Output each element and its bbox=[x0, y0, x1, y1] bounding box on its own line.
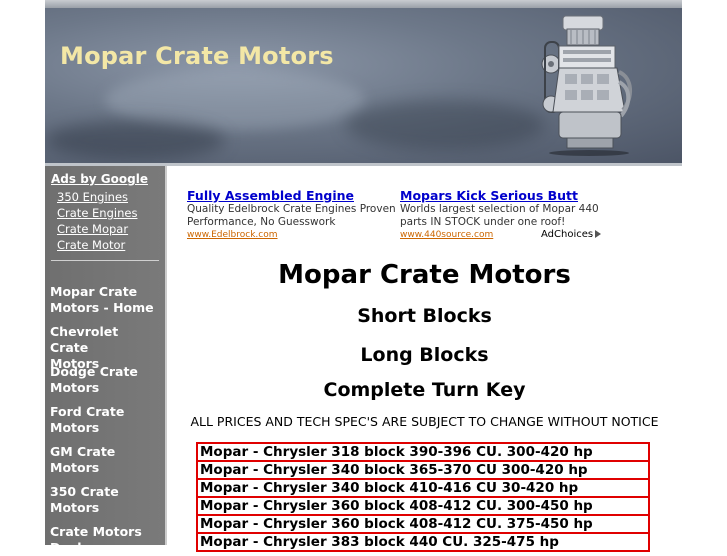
ad-title[interactable]: Fully Assembled Engine bbox=[187, 188, 397, 203]
nav-mopar-crate-motors-home[interactable]: Mopar Crate Motors - Home bbox=[50, 284, 160, 316]
table-cell[interactable]: Mopar - Chrysler 318 block 390-396 CU. 3… bbox=[196, 442, 650, 462]
adchoices-icon bbox=[595, 230, 602, 238]
table-row[interactable]: Mopar - Chrysler 340 block 410-416 CU 30… bbox=[196, 478, 650, 498]
table-cell[interactable]: Mopar - Chrysler 360 block 408-412 CU. 3… bbox=[196, 496, 650, 516]
ad-url[interactable]: www.Edelbrock.com bbox=[187, 229, 397, 241]
ads-by-google-link[interactable]: Ads by Google bbox=[51, 172, 148, 186]
ad-link-crate-motor[interactable]: Crate Motor bbox=[57, 238, 125, 252]
sidebar-divider bbox=[51, 260, 159, 261]
nav-crate-motors-deals[interactable]: Crate Motors Deals bbox=[50, 524, 160, 556]
nav-label-line2: Motors bbox=[50, 380, 100, 395]
site-header: Mopar Crate Motors bbox=[45, 0, 682, 163]
table-row[interactable]: Mopar - Chrysler 340 block 365-370 CU 30… bbox=[196, 460, 650, 480]
table-cell[interactable]: Mopar - Chrysler 340 block 365-370 CU 30… bbox=[196, 460, 650, 480]
price-table: Mopar - Chrysler 318 block 390-396 CU. 3… bbox=[196, 442, 650, 552]
adchoices-label: AdChoices bbox=[541, 229, 594, 240]
nav-label-line2: Motors bbox=[50, 460, 100, 475]
heading-short-blocks: Short Blocks bbox=[357, 305, 492, 327]
nav-350-crate-motors[interactable]: 350 Crate Motors bbox=[50, 484, 160, 516]
page-title: Mopar Crate Motors bbox=[278, 260, 571, 290]
text-ad[interactable]: Fully Assembled Engine Quality Edelbrock… bbox=[187, 188, 397, 241]
nav-label-line1: Crate Motors bbox=[50, 524, 142, 539]
nav-label-line1: Ford Crate bbox=[50, 404, 125, 419]
nav-label-line2: Deals bbox=[50, 540, 90, 555]
nav-label-line2: Motors bbox=[50, 420, 100, 435]
ad-title[interactable]: Mopars Kick Serious Butt bbox=[400, 188, 605, 203]
table-row[interactable]: Mopar - Chrysler 360 block 408-412 CU. 3… bbox=[196, 496, 650, 516]
cloud-decoration bbox=[345, 100, 545, 150]
nav-label-line2: Motors - Home bbox=[50, 300, 154, 315]
table-cell[interactable]: Mopar - Chrysler 360 block 408-412 CU. 3… bbox=[196, 514, 650, 534]
sidebar: Ads by Google 350 Engines Crate Engines … bbox=[45, 166, 167, 555]
nav-ford-crate-motors[interactable]: Ford Crate Motors bbox=[50, 404, 160, 436]
nav-label-line1: Dodge Crate bbox=[50, 364, 138, 379]
ad-text: Quality Edelbrock Crate Engines Proven P… bbox=[187, 203, 396, 228]
nav-dodge-crate-motors[interactable]: Dodge Crate Motors bbox=[50, 364, 160, 396]
ad-text: Worlds largest selection of Mopar 440 pa… bbox=[400, 203, 599, 228]
ad-link-crate-engines[interactable]: Crate Engines bbox=[57, 206, 137, 220]
right-gutter bbox=[682, 0, 727, 545]
table-cell[interactable]: Mopar - Chrysler 340 block 410-416 CU 30… bbox=[196, 478, 650, 498]
heading-long-blocks: Long Blocks bbox=[360, 344, 489, 366]
table-row[interactable]: Mopar - Chrysler 360 block 408-412 CU. 3… bbox=[196, 514, 650, 534]
table-row[interactable]: Mopar - Chrysler 383 block 440 CU. 325-4… bbox=[196, 532, 650, 552]
heading-complete-turn-key: Complete Turn Key bbox=[323, 379, 526, 401]
table-cell[interactable]: Mopar - Chrysler 383 block 440 CU. 325-4… bbox=[196, 532, 650, 552]
cloud-decoration bbox=[45, 120, 225, 160]
price-notice: ALL PRICES AND TECH SPEC'S ARE SUBJECT T… bbox=[190, 414, 659, 429]
nav-label-line1: 350 Crate bbox=[50, 484, 119, 499]
main-content: Fully Assembled Engine Quality Edelbrock… bbox=[167, 166, 682, 552]
table-row[interactable]: Mopar - Chrysler 318 block 390-396 CU. 3… bbox=[196, 442, 650, 462]
nav-label-line1: GM Crate bbox=[50, 444, 116, 459]
nav-label-line2: Motors bbox=[50, 500, 100, 515]
nav-label-line1: Chevrolet Crate bbox=[50, 324, 119, 355]
nav-gm-crate-motors[interactable]: GM Crate Motors bbox=[50, 444, 160, 476]
adchoices-link[interactable]: AdChoices bbox=[541, 229, 602, 240]
nav-label-line1: Mopar Crate bbox=[50, 284, 138, 299]
left-gutter bbox=[0, 0, 45, 545]
ad-link-crate-mopar[interactable]: Crate Mopar bbox=[57, 222, 128, 236]
site-title: Mopar Crate Motors bbox=[60, 42, 334, 70]
engine-image bbox=[541, 15, 632, 156]
header-top-band bbox=[45, 0, 682, 8]
ad-link-350-engines[interactable]: 350 Engines bbox=[57, 190, 128, 204]
